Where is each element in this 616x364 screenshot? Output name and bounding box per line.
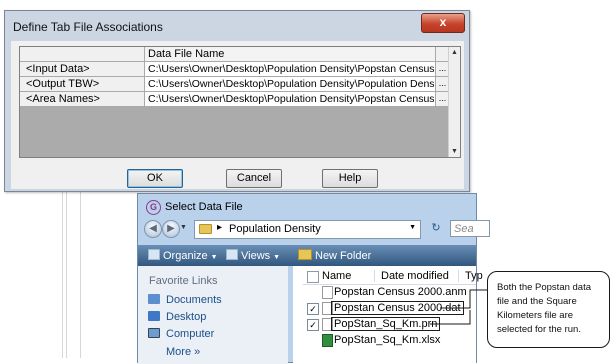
connector-line-upper	[440, 289, 487, 309]
annotation-callout: Both the Popstan data file and the Squar…	[487, 271, 610, 348]
connector-line-lower	[430, 310, 471, 325]
